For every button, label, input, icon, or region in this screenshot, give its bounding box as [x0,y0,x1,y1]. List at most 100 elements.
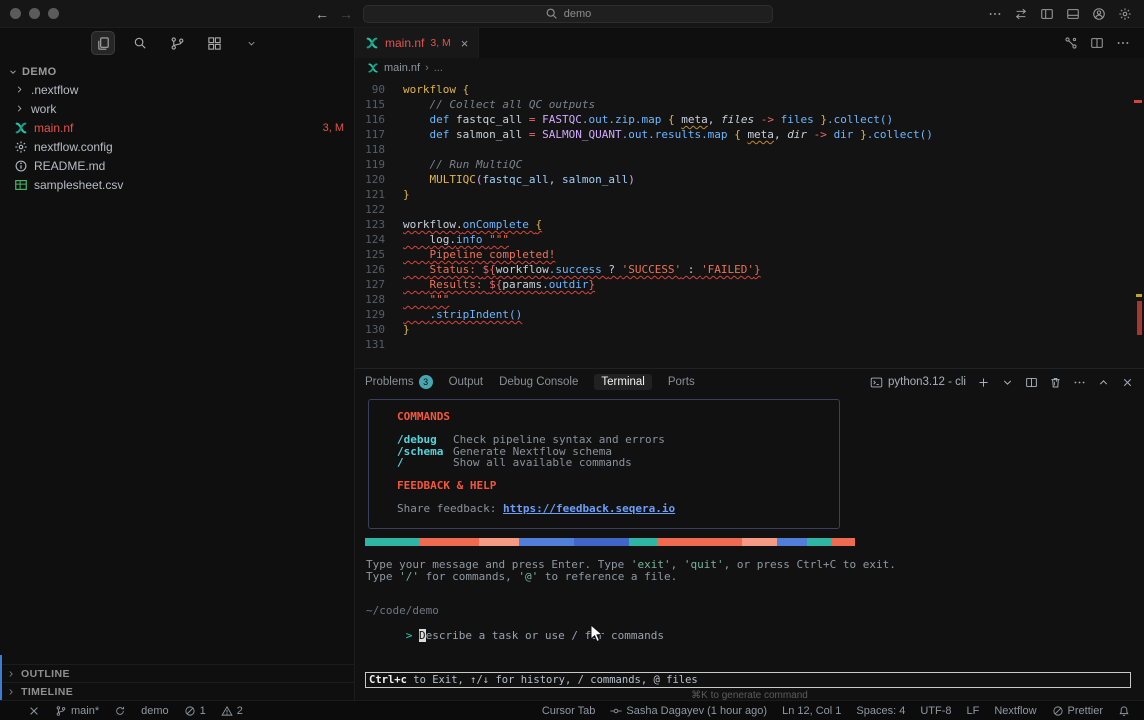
trash-icon[interactable] [1049,376,1062,389]
activity-chevron-down-button[interactable] [239,31,263,55]
close-icon[interactable] [1121,376,1134,389]
explorer-section-header[interactable]: DEMO [0,64,354,80]
activity-bar [0,28,354,58]
activity-search-button[interactable] [128,31,152,55]
edge-progress-bar [0,655,2,700]
titlebar-actions [988,7,1144,21]
panel-tab-label: Debug Console [499,376,578,388]
panel-tab-output[interactable]: Output [449,376,484,388]
statusbar-right: Cursor Tab Sasha Dagayev (1 hour ago) Ln 1… [542,705,1144,717]
line-content: MULTIQC(fastqc_all, salmon_all) [403,172,635,187]
feedback-link[interactable]: https://feedback.seqera.io [503,502,675,515]
history-back-icon[interactable]: ← [315,6,329,22]
terminal-session-label: python3.12 - cli [888,376,966,388]
code-line-90: 90workflow { [355,82,1144,97]
chevron-right-icon [14,84,25,95]
breadcrumb[interactable]: main.nf › ... [355,58,1144,78]
close-window-icon[interactable] [10,8,21,19]
split-editor-icon[interactable] [1090,36,1104,50]
maximize-window-icon[interactable] [48,8,59,19]
code-line-129: 129 .stripIndent() [355,307,1144,322]
sidebar: DEMO .nextflow workmain.nf3, Mnextflow.co… [0,28,355,700]
terminal-help-box: COMMANDS /debugCheck pipeline syntax and… [368,399,840,529]
titlebar-center: ← → demo [100,5,988,23]
chevron-up-icon[interactable] [1097,376,1110,389]
status-item-label: Ln 12, Col 1 [782,705,841,717]
code-line-116: 116 def fastqc_all = FASTQC.out.zip.map … [355,112,1144,127]
close-tab-icon[interactable]: × [461,36,469,51]
status-item-label: Prettier [1068,705,1103,717]
account-icon[interactable] [1092,7,1106,21]
split-editor-icon[interactable] [1025,376,1038,389]
more-horizontal-icon[interactable] [1073,376,1086,389]
terminal-prompt[interactable]: > Describe a task or use / for commands [366,616,664,655]
more-horizontal-icon[interactable] [988,7,1002,21]
command-center-search[interactable]: demo [363,5,773,23]
swap-arrows-icon[interactable] [1014,7,1028,21]
status-item-nextflow[interactable]: Nextflow [994,705,1036,717]
file-tree-item-samplesheet-csv[interactable]: samplesheet.csv [0,175,354,194]
terminal-input-bar[interactable]: Ctrl+c to Exit, ↑/↓ for history, / comma… [365,672,1131,688]
minimize-window-icon[interactable] [29,8,40,19]
line-content: // Run MultiQC [403,157,522,172]
status-item-spaces-4[interactable]: Spaces: 4 [856,705,905,717]
rainbow-segment [657,538,742,546]
status-item-2[interactable]: 2 [221,705,243,717]
line-number: 127 [355,277,385,292]
status-item-bell[interactable] [1118,705,1130,717]
settings-gear-icon[interactable] [1118,7,1132,21]
command-name: /schema [397,446,453,458]
activity-extensions-button[interactable] [202,31,226,55]
status-item-prettier[interactable]: Prettier [1052,705,1103,717]
overview-ruler-error-mark [1134,100,1142,103]
error-circle-icon [184,705,196,717]
status-item-utf-8[interactable]: UTF-8 [920,705,951,717]
file-tree-item-work[interactable]: work [0,99,354,118]
status-item-1[interactable]: 1 [184,705,206,717]
source-graph-icon[interactable] [1064,36,1078,50]
file-tree-item-main-nf[interactable]: main.nf3, M [0,118,354,137]
code-editor[interactable]: main.nf › ... 90workflow {115 // Collect… [355,58,1144,368]
window-controls[interactable] [0,8,100,19]
file-name: main.nf [34,121,73,135]
code-lines[interactable]: 90workflow {115 // Collect all QC output… [355,78,1144,352]
status-item-cursor-tab[interactable]: Cursor Tab [542,705,596,717]
status-item-label: LF [967,705,980,717]
section-outline[interactable]: OUTLINE [0,664,354,682]
chevron-down-sm-icon[interactable] [1001,376,1014,389]
file-tree-item-nextflow-config[interactable]: nextflow.config [0,137,354,156]
chevron-right-icon [14,103,25,114]
panel-tab-problems[interactable]: Problems3 [365,375,433,389]
panel-tab-debug-console[interactable]: Debug Console [499,376,578,388]
status-item-lf[interactable]: LF [967,705,980,717]
activity-explorer-files-button[interactable] [91,31,115,55]
layout-sidebar-icon[interactable] [1040,7,1054,21]
status-item-demo[interactable]: demo [141,705,169,717]
warning-triangle-icon [221,705,233,717]
status-item-main-[interactable]: main* [55,705,99,717]
file-name: .nextflow [31,83,78,97]
status-item-sasha-dagayev-1-hour-ago-[interactable]: Sasha Dagayev (1 hour ago) [610,705,767,717]
more-horizontal-icon[interactable] [1116,36,1130,50]
status-item-remote[interactable] [28,705,40,717]
code-line-128: 128 """ [355,292,1144,307]
status-item-ln-12-col-1[interactable]: Ln 12, Col 1 [782,705,841,717]
file-tree-item--nextflow[interactable]: .nextflow [0,80,354,99]
chevron-down-icon [8,67,18,77]
activity-source-control-button[interactable] [165,31,189,55]
input-bar-hint: to Exit, ↑/↓ for history, / commands, @ … [407,674,698,686]
layout-panel-icon[interactable] [1066,7,1080,21]
history-forward-icon[interactable]: → [339,6,353,22]
mouse-cursor [590,624,604,649]
section-timeline[interactable]: TIMELINE [0,682,354,700]
terminal-session[interactable]: python3.12 - cli [870,376,966,389]
plus-icon[interactable] [977,376,990,389]
panel-tab-terminal[interactable]: Terminal [594,374,651,390]
status-item-sync[interactable] [114,705,126,717]
file-tree-item-README-md[interactable]: README.md [0,156,354,175]
panel-tab-ports[interactable]: Ports [668,376,695,388]
line-content: } [403,187,410,202]
code-line-118: 118 [355,142,1144,157]
tab-main-nf[interactable]: main.nf 3, M × [355,28,479,58]
csv-table-icon [14,178,28,192]
